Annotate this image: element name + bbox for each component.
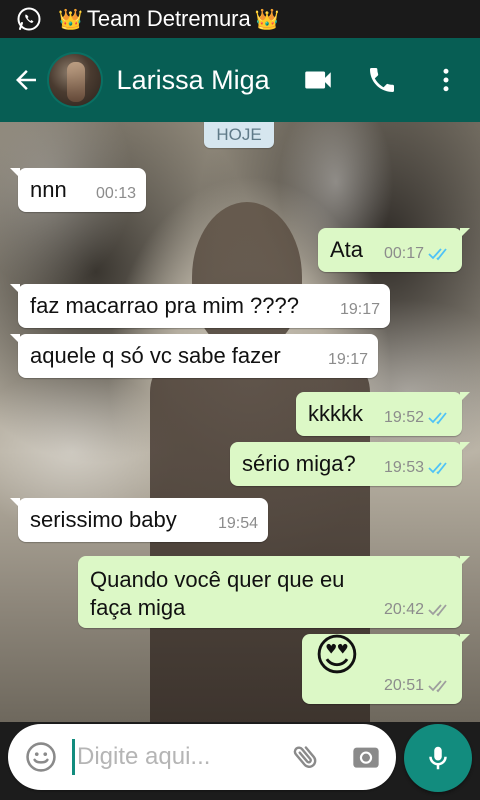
attach-button[interactable] [281, 732, 331, 782]
status-bar: 👑 Team Detremura 👑 [0, 0, 480, 38]
emoji-icon [26, 742, 56, 772]
message-outgoing[interactable]: Ata 00:17 [318, 228, 470, 272]
date-divider: HOJE [204, 122, 274, 148]
message-text: faz macarrao pra mim ???? [30, 293, 299, 318]
message-time: 00:13 [95, 185, 136, 202]
message-time: 19:52 [383, 409, 424, 426]
message-time: 19:54 [217, 515, 258, 532]
more-options-button[interactable] [418, 52, 474, 108]
message-time: 00:17 [383, 245, 424, 262]
message-time: 19:17 [327, 351, 368, 368]
text-cursor [72, 739, 75, 775]
read-receipt-icon [428, 412, 447, 425]
video-call-icon [305, 71, 331, 89]
voice-record-button[interactable] [404, 724, 472, 792]
message-text: aquele q só vc sabe fazer [30, 343, 281, 368]
message-text: kkkkk [308, 401, 363, 426]
composer-bar [0, 722, 480, 800]
camera-icon [353, 747, 379, 768]
paperclip-icon [293, 746, 317, 768]
emoji-message: 😍 [314, 631, 360, 680]
video-call-button[interactable] [290, 52, 346, 108]
crown-emoji-right: 👑 [254, 8, 280, 31]
read-receipt-icon [428, 462, 447, 475]
crown-emoji-left: 👑 [58, 8, 83, 31]
read-receipt-icon [428, 248, 447, 261]
mic-icon [429, 746, 447, 770]
phone-icon [370, 68, 394, 92]
message-outgoing[interactable]: sério miga? 19:53 [230, 442, 470, 486]
message-incoming[interactable]: serissimo baby 19:54 [10, 498, 268, 542]
message-incoming[interactable]: faz macarrao pra mim ???? 19:17 [10, 284, 390, 328]
message-text: Quando você quer que eu faça miga [90, 567, 345, 620]
message-time: 20:51 [383, 677, 424, 694]
more-vert-icon [443, 68, 449, 92]
message-text: nnn [30, 177, 67, 202]
arrow-back-icon [15, 70, 36, 90]
message-text: sério miga? [242, 451, 356, 476]
message-outgoing[interactable]: 😍 20:51 [302, 631, 470, 704]
message-incoming[interactable]: aquele q só vc sabe fazer 19:17 [10, 334, 378, 378]
back-button[interactable] [4, 58, 47, 102]
message-text: serissimo baby [30, 507, 177, 532]
chat-header: Larissa Miga [0, 38, 480, 122]
message-input-box[interactable] [8, 724, 396, 790]
message-incoming[interactable]: nnn 00:13 [10, 168, 146, 212]
camera-button[interactable] [341, 732, 391, 782]
message-time: 19:53 [383, 459, 424, 476]
message-outgoing[interactable]: kkkkk 19:52 [296, 392, 470, 436]
status-bar-title: Team Detremura [86, 6, 251, 31]
message-input[interactable] [77, 743, 267, 771]
whatsapp-icon [17, 7, 41, 31]
voice-call-button[interactable] [354, 52, 410, 108]
message-time: 19:17 [339, 301, 380, 318]
emoji-button[interactable] [14, 730, 68, 784]
delivered-receipt-icon [428, 680, 447, 693]
message-time: 20:42 [383, 601, 424, 618]
message-outgoing[interactable]: Quando você quer que eu faça miga 20:42 [78, 556, 470, 628]
chat-area[interactable]: HOJE nnn 00:13 Ata 00:17 faz macarrao pr… [0, 122, 480, 722]
message-text: Ata [330, 237, 364, 262]
contact-name[interactable]: Larissa Miga [117, 65, 282, 96]
contact-avatar[interactable] [47, 52, 103, 108]
delivered-receipt-icon [428, 604, 447, 617]
